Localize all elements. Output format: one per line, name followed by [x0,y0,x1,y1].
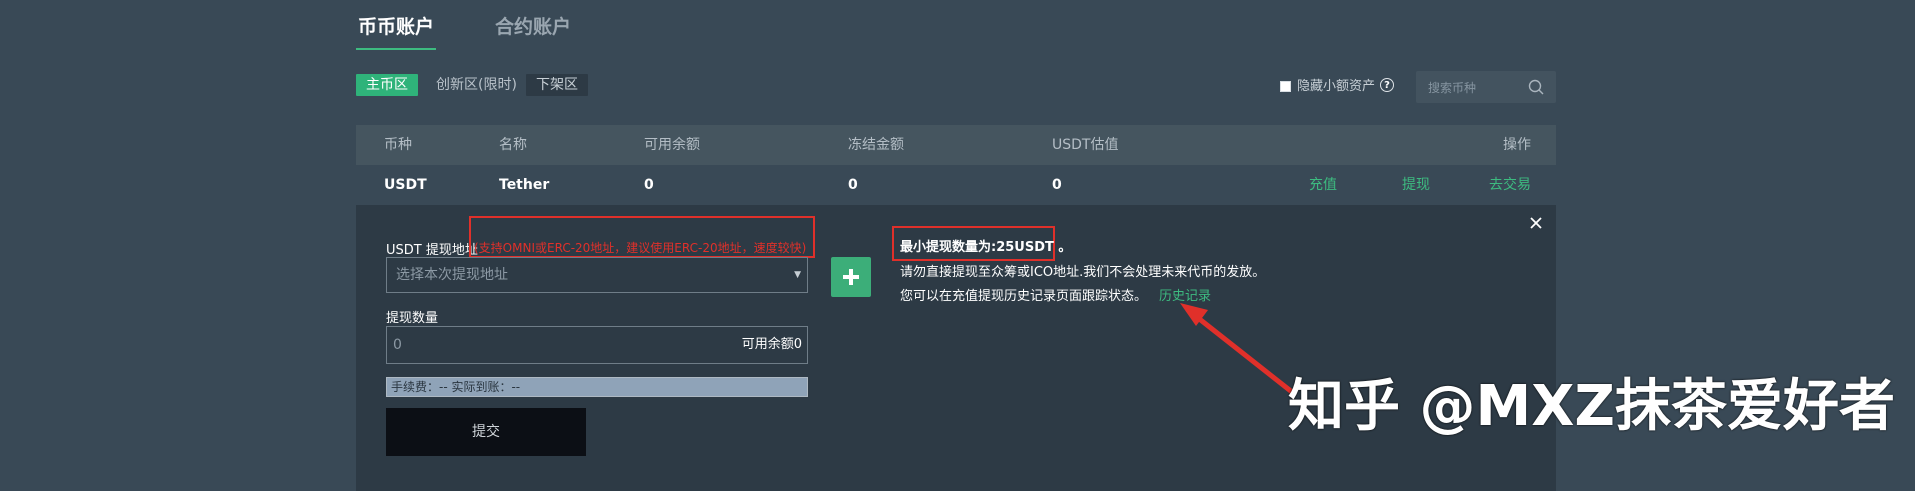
watermark-text: 知乎 @MXZ抹茶爱好者 [1288,374,1896,439]
